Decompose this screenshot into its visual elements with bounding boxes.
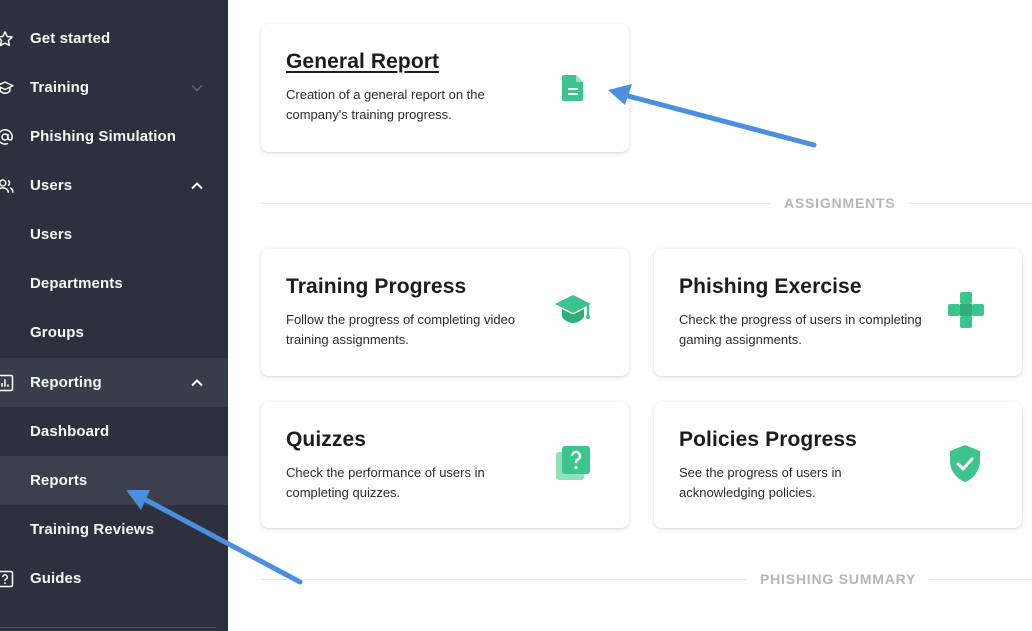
graduation-cap-icon [555, 295, 591, 323]
gamepad-icon [948, 292, 984, 328]
sidebar-item-groups[interactable]: Groups [0, 308, 228, 357]
sidebar-item-label: Dashboard [30, 423, 110, 440]
shield-check-icon [950, 445, 980, 482]
document-icon [562, 75, 583, 101]
chevron-up-icon [191, 378, 203, 386]
sidebar-item-training[interactable]: Training [0, 63, 228, 112]
question-icon [0, 570, 14, 587]
phishing-exercise-card[interactable]: Phishing Exercise Check the progress of … [654, 249, 1022, 376]
users-icon [0, 178, 14, 193]
sidebar-item-reporting[interactable]: Reporting [0, 358, 228, 407]
training-progress-card[interactable]: Training Progress Follow the progress of… [261, 249, 629, 376]
sidebar-item-users[interactable]: Users [0, 210, 228, 259]
sidebar-item-label: Training [30, 79, 90, 96]
annotation-arrow [608, 84, 817, 148]
sidebar: Get started Training Phishing Simulation [0, 0, 228, 631]
sidebar-item-label: Departments [30, 275, 123, 292]
app-root: Get started Training Phishing Simulation [0, 0, 1032, 631]
graduation-cap-icon [0, 80, 14, 94]
chevron-up-icon [191, 181, 203, 189]
sidebar-item-label: Guides [30, 570, 82, 587]
sidebar-item-guides[interactable]: Guides [0, 554, 228, 603]
card-description: Follow the progress of completing video … [286, 312, 516, 347]
sidebar-item-reports[interactable]: Reports [0, 456, 228, 505]
chevron-down-icon [191, 84, 203, 92]
sidebar-item-label: Training Reviews [30, 521, 155, 538]
section-divider [261, 203, 1032, 204]
section-heading-phishing-summary: PHISHING SUMMARY [746, 571, 931, 587]
policies-progress-card[interactable]: Policies Progress See the progress of us… [654, 402, 1022, 528]
quizzes-card[interactable]: Quizzes Check the performance of users i… [261, 402, 629, 528]
quiz-icon [556, 446, 590, 480]
card-description: Check the performance of users in comple… [286, 465, 485, 500]
card-title[interactable]: General Report [286, 50, 604, 74]
sidebar-item-departments[interactable]: Departments [0, 259, 228, 308]
card-description: Creation of a general report on the comp… [286, 87, 485, 122]
section-heading-assignments: ASSIGNMENTS [770, 195, 910, 211]
sidebar-item-label: Groups [30, 324, 84, 341]
sidebar-item-dashboard[interactable]: Dashboard [0, 407, 228, 456]
at-sign-icon [0, 128, 13, 145]
card-description: Check the progress of users in completin… [679, 312, 922, 347]
star-icon [0, 30, 13, 46]
sidebar-item-phishing-simulation[interactable]: Phishing Simulation [0, 112, 228, 161]
general-report-card[interactable]: General Report Creation of a general rep… [261, 24, 629, 152]
bar-chart-icon [0, 374, 14, 391]
sidebar-item-get-started[interactable]: Get started [0, 14, 228, 63]
sidebar-item-label: Phishing Simulation [30, 128, 177, 145]
sidebar-item-label: Reporting [30, 374, 102, 391]
sidebar-divider [0, 627, 216, 628]
sidebar-item-label: Reports [30, 472, 88, 489]
sidebar-item-label: Users [30, 177, 73, 194]
sidebar-item-label: Users [30, 226, 73, 243]
sidebar-item-label: Get started [30, 30, 111, 47]
card-description: See the progress of users in acknowledgi… [679, 465, 842, 500]
sidebar-item-users-section[interactable]: Users [0, 161, 228, 210]
sidebar-item-training-reviews[interactable]: Training Reviews [0, 505, 228, 554]
